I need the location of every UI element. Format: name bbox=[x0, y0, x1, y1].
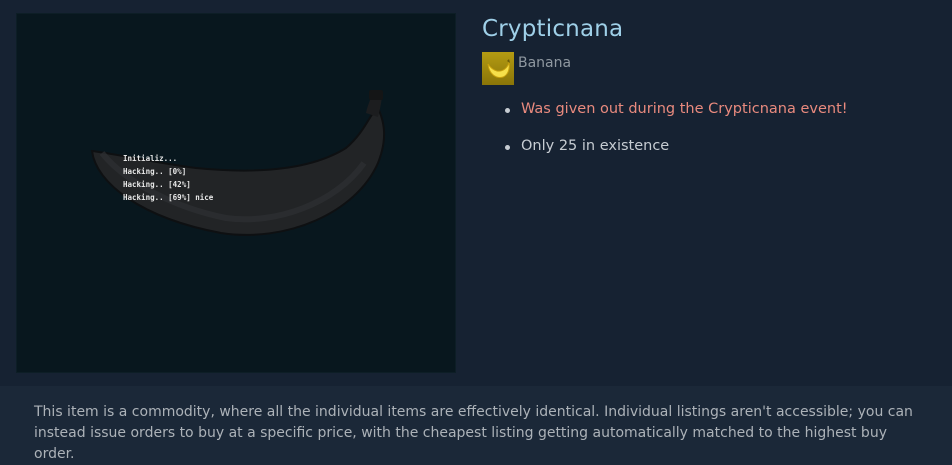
bullet-icon bbox=[505, 108, 510, 113]
item-image: Initializ... Hacking.. [0%] Hacking.. [4… bbox=[16, 13, 456, 373]
description-item: Only 25 in existence bbox=[505, 138, 848, 154]
banana-artwork: Initializ... Hacking.. [0%] Hacking.. [4… bbox=[90, 90, 385, 236]
banana-icon bbox=[482, 52, 514, 85]
game-name[interactable]: Banana bbox=[518, 55, 571, 71]
item-descriptions: Was given out during the Crypticnana eve… bbox=[505, 101, 848, 154]
description-item: Was given out during the Crypticnana eve… bbox=[505, 101, 848, 117]
item-details-panel: Initializ... Hacking.. [0%] Hacking.. [4… bbox=[0, 0, 952, 386]
description-text: Was given out during the Crypticnana eve… bbox=[521, 101, 848, 117]
hack-line-2: Hacking.. [0%] bbox=[123, 167, 186, 176]
description-text: Only 25 in existence bbox=[521, 138, 670, 154]
hack-line-3: Hacking.. [42%] bbox=[123, 180, 191, 189]
commodity-note: This item is a commodity, where all the … bbox=[34, 404, 913, 462]
hack-line-4: Hacking.. [69%] nice bbox=[123, 193, 214, 202]
item-name: Crypticnana bbox=[482, 16, 624, 42]
hack-line-1: Initializ... bbox=[123, 154, 177, 163]
bullet-icon bbox=[505, 145, 510, 150]
